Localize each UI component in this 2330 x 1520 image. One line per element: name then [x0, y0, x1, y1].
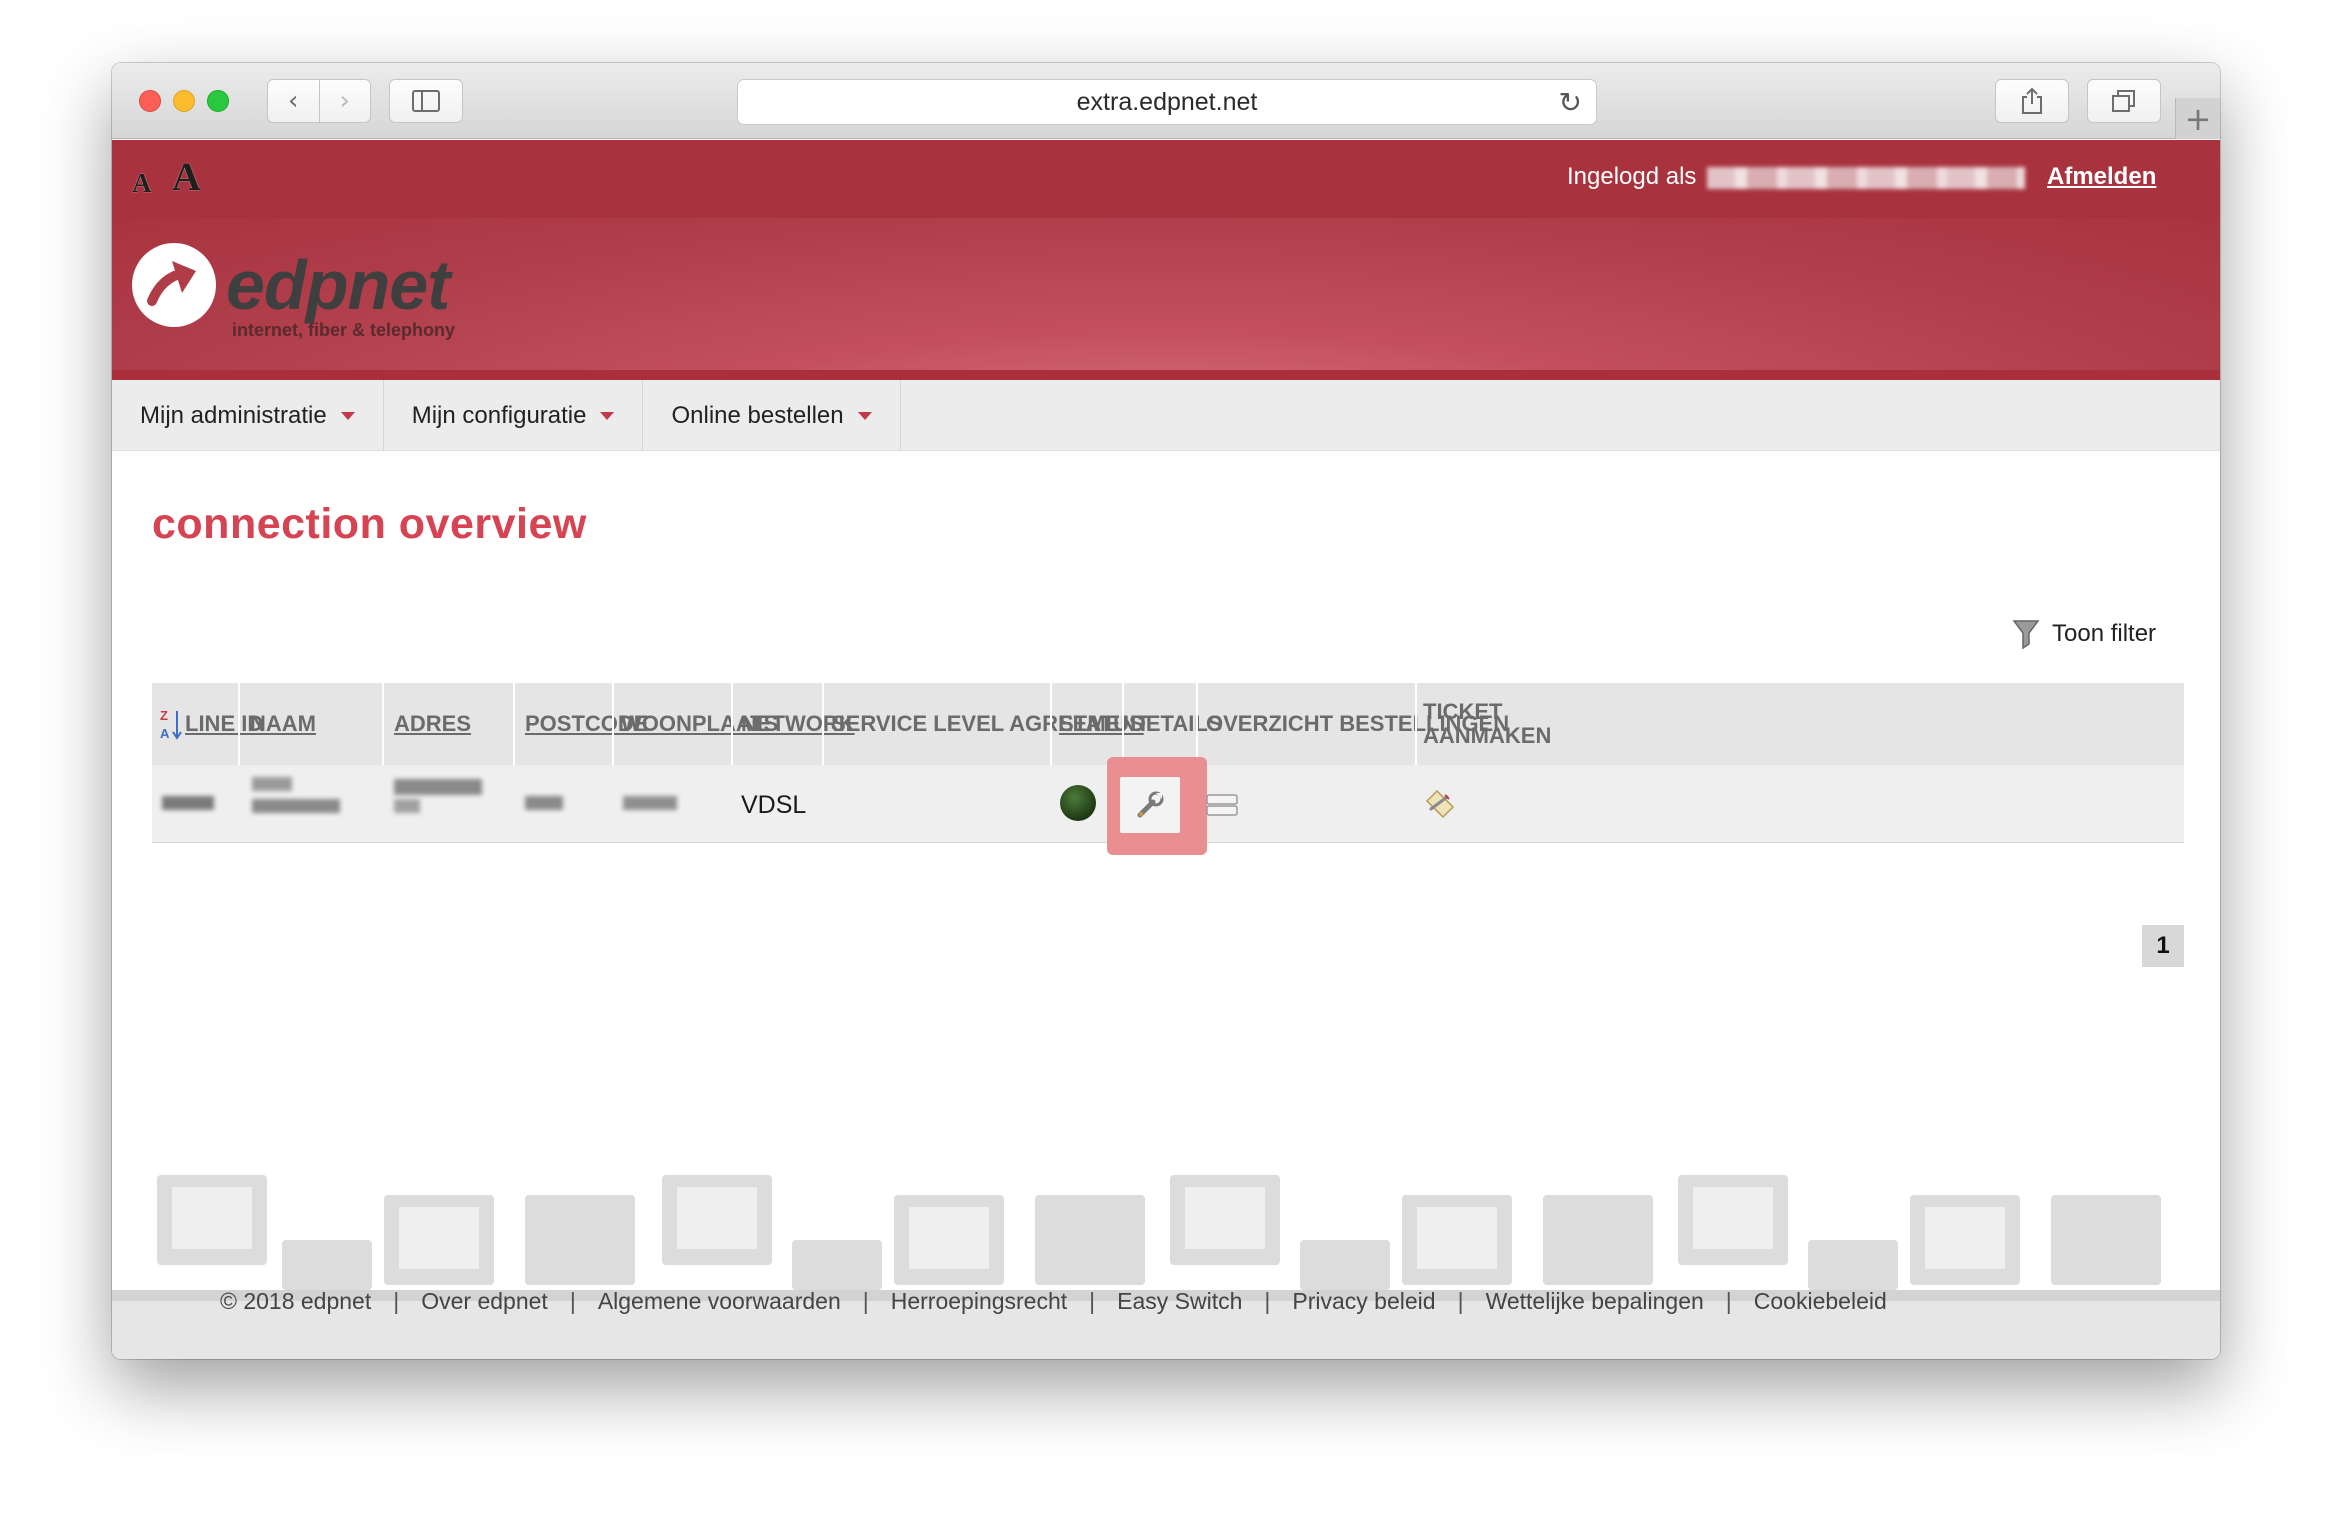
maximize-window-button[interactable] — [207, 90, 229, 112]
details-button[interactable] — [1120, 777, 1180, 833]
line-id-redacted — [162, 796, 214, 810]
wrench-icon — [1137, 791, 1164, 818]
menu-mijn-administratie[interactable]: Mijn administratie — [112, 380, 384, 451]
sidebar-toggle-button[interactable] — [389, 79, 463, 123]
menu-label: Mijn configuratie — [411, 401, 587, 429]
show-tabs-button[interactable] — [2087, 79, 2161, 123]
tabs-icon — [2112, 90, 2135, 112]
table-row: VDSL — [152, 757, 2184, 855]
city-redacted — [623, 796, 677, 810]
menu-label: Online bestellen — [671, 401, 844, 429]
navigation-buttons: ‹ › — [267, 79, 371, 123]
funnel-icon — [2012, 620, 2040, 650]
column-divider — [1196, 683, 1198, 765]
menu-label: Mijn administratie — [140, 401, 327, 429]
column-divider — [731, 683, 733, 765]
column-naam[interactable]: NAAM — [250, 683, 316, 765]
name-redacted — [252, 777, 292, 791]
minimize-window-button[interactable] — [173, 90, 195, 112]
column-divider — [1415, 683, 1417, 765]
footer-link-easy-switch[interactable]: Easy Switch — [1117, 1288, 1242, 1315]
edpnet-logo[interactable]: edpnet — [132, 243, 450, 327]
font-increase-button[interactable]: A — [172, 153, 201, 200]
logout-link[interactable]: Afmelden — [2047, 163, 2156, 191]
back-button[interactable]: ‹ — [268, 80, 319, 122]
footer-link-algemene-voorwaarden[interactable]: Algemene voorwaarden — [598, 1288, 841, 1315]
show-filter-button[interactable]: Toon filter — [2012, 618, 2156, 650]
network-value: VDSL — [741, 791, 807, 819]
footer-link-cookiebeleid[interactable]: Cookiebeleid — [1754, 1288, 1887, 1315]
menu-mijn-configuratie[interactable]: Mijn configuratie — [384, 380, 644, 451]
logged-in-username-redacted — [1707, 167, 2025, 189]
table-header: Z A LINE ID NAAM ADRES POSTCODE WOONPLAA… — [152, 683, 2184, 765]
page-title: connection overview — [152, 500, 587, 548]
column-adres[interactable]: ADRES — [394, 683, 471, 765]
footer-links: © 2018 edpnet | Over edpnet | Algemene v… — [220, 1288, 1887, 1315]
share-icon — [2022, 87, 2042, 114]
name-redacted — [252, 799, 340, 813]
logo-arrow-icon — [132, 243, 216, 327]
web-page: A A Ingelogd als Afmelden edpnet interne… — [112, 140, 2220, 1359]
caret-down-icon — [857, 411, 872, 420]
logo-wordmark: edpnet — [226, 246, 450, 324]
column-divider — [1050, 683, 1052, 765]
address-bar[interactable]: extra.edpnet.net ↻ — [737, 79, 1597, 125]
footer-link-over-edpnet[interactable]: Over edpnet — [421, 1288, 548, 1315]
caret-down-icon — [340, 411, 355, 420]
footer-separator: | — [393, 1288, 400, 1314]
close-window-button[interactable] — [139, 90, 161, 112]
column-divider — [513, 683, 515, 765]
footer-link-herroepingsrecht[interactable]: Herroepingsrecht — [891, 1288, 1067, 1315]
url-text: extra.edpnet.net — [1076, 87, 1258, 116]
header-banner: edpnet internet, fiber & telephony — [112, 218, 2220, 380]
logged-in-label: Ingelogd als — [1567, 163, 1697, 190]
column-divider — [1122, 683, 1124, 765]
font-decrease-button[interactable]: A — [132, 168, 152, 199]
status-indicator-icon — [1060, 785, 1096, 821]
footer-separator: | — [1264, 1288, 1271, 1314]
footer-decoration — [157, 1175, 2161, 1290]
orders-list-icon[interactable] — [1206, 794, 1238, 816]
footer-separator: | — [862, 1288, 869, 1314]
sort-za-icon[interactable]: Z A — [160, 707, 182, 741]
footer-link-wettelijke-bepalingen[interactable]: Wettelijke bepalingen — [1486, 1288, 1704, 1315]
svg-text:Z: Z — [160, 708, 168, 723]
new-tab-button[interactable]: + — [2175, 98, 2220, 139]
column-divider — [382, 683, 384, 765]
footer: © 2018 edpnet | Over edpnet | Algemene v… — [112, 1288, 2220, 1359]
footer-separator: | — [1725, 1288, 1732, 1314]
connections-table: Z A LINE ID NAAM ADRES POSTCODE WOONPLAA… — [152, 683, 2184, 855]
menu-online-bestellen[interactable]: Online bestellen — [643, 380, 901, 451]
column-ticket-aanmaken: TICKET AANMAKEN — [1423, 699, 1552, 748]
footer-link-privacy-beleid[interactable]: Privacy beleid — [1292, 1288, 1435, 1315]
caret-down-icon — [600, 411, 615, 420]
banner-divider — [112, 370, 2220, 380]
footer-separator: | — [1457, 1288, 1464, 1314]
column-divider — [822, 683, 824, 765]
share-button[interactable] — [1995, 79, 2069, 123]
svg-text:A: A — [160, 726, 170, 741]
pagination-current-page[interactable]: 1 — [2142, 925, 2184, 967]
postcode-redacted — [525, 796, 563, 810]
reload-icon[interactable]: ↻ — [1559, 86, 1582, 119]
column-divider — [238, 683, 240, 765]
account-bar: A A Ingelogd als Afmelden — [112, 140, 2220, 218]
footer-copyright: © 2018 edpnet — [220, 1288, 372, 1314]
footer-separator: | — [569, 1288, 576, 1314]
forward-button[interactable]: › — [318, 80, 371, 122]
create-ticket-icon[interactable] — [1423, 787, 1457, 821]
address-redacted — [394, 779, 482, 795]
browser-titlebar: ‹ › extra.edpnet.net ↻ + — [112, 63, 2220, 139]
column-divider — [612, 683, 614, 765]
footer-separator: | — [1089, 1288, 1096, 1314]
logo-tagline: internet, fiber & telephony — [232, 320, 456, 340]
filter-label: Toon filter — [2052, 620, 2157, 647]
address-redacted — [394, 799, 420, 813]
browser-window: ‹ › extra.edpnet.net ↻ + A A Ingelogd al… — [112, 63, 2220, 1359]
sidebar-icon — [412, 90, 440, 112]
main-menu: Mijn administratie Mijn configuratie Onl… — [112, 380, 2220, 451]
